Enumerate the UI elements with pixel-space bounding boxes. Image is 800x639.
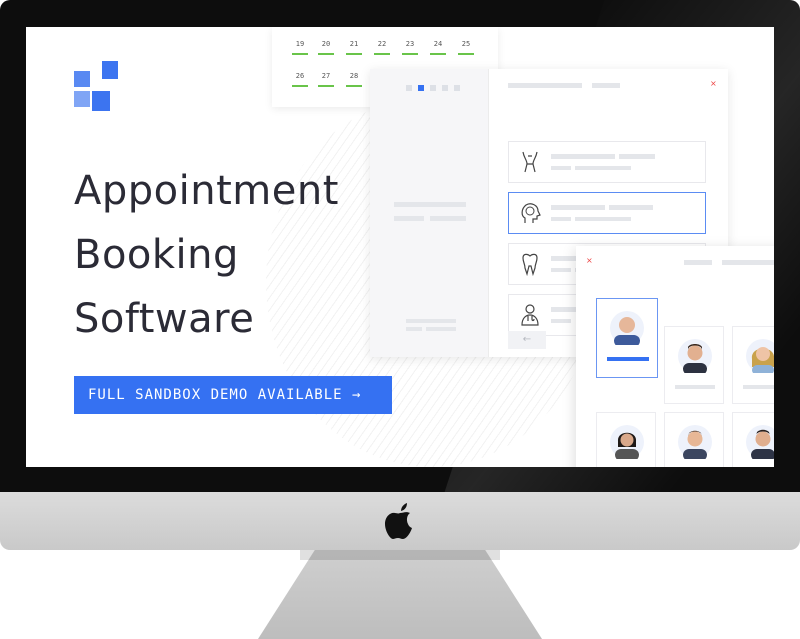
staff-name-highlight <box>607 357 649 361</box>
calendar-day[interactable]: 21 <box>342 35 366 57</box>
text-placeholder <box>551 166 571 170</box>
head-brain-icon <box>521 203 541 223</box>
calendar-day[interactable]: 24 <box>426 35 450 57</box>
close-icon[interactable]: × <box>586 256 593 265</box>
avatar <box>746 425 774 459</box>
text-placeholder <box>675 385 715 389</box>
avatar <box>610 311 644 345</box>
calendar-day[interactable]: 22 <box>370 35 394 57</box>
day-number: 22 <box>377 40 387 48</box>
avatar <box>678 425 712 459</box>
staff-card[interactable] <box>732 412 774 467</box>
headline-line-2: Booking <box>74 232 239 278</box>
panel-title-placeholder <box>722 260 774 265</box>
text-placeholder <box>609 205 653 210</box>
step-dot <box>406 85 412 91</box>
text-placeholder <box>551 268 571 272</box>
text-placeholder <box>575 166 631 170</box>
body-icon <box>522 151 538 173</box>
calendar-day[interactable]: 23 <box>398 35 422 57</box>
monitor-bezel: Appointment Booking Software FULL SANDBO… <box>0 0 800 492</box>
doctor-icon <box>521 304 539 326</box>
staff-card[interactable] <box>664 412 724 467</box>
headline-line-3: Software <box>74 296 255 342</box>
day-number: 27 <box>321 72 331 80</box>
sandbox-demo-button[interactable]: FULL SANDBOX DEMO AVAILABLE → <box>74 376 392 414</box>
staff-card[interactable] <box>664 326 724 404</box>
day-number: 25 <box>461 40 471 48</box>
calendar-day[interactable]: 26 <box>288 67 312 89</box>
close-icon[interactable]: × <box>710 79 717 88</box>
calendar-day[interactable]: 19 <box>288 35 312 57</box>
calendar-day[interactable]: 27 <box>314 67 338 89</box>
panel-title-placeholder <box>684 260 712 265</box>
step-dot-active <box>418 85 424 91</box>
avatar <box>678 339 712 373</box>
tooth-icon <box>522 253 538 276</box>
panel-title-placeholder <box>508 83 582 88</box>
staff-card[interactable] <box>732 326 774 404</box>
text-placeholder <box>430 216 466 221</box>
text-placeholder <box>394 202 466 207</box>
headline: Appointment Booking Software <box>74 159 374 351</box>
day-number: 26 <box>295 72 305 80</box>
text-placeholder <box>406 327 422 331</box>
step-dot <box>442 85 448 91</box>
apple-logo-icon <box>385 503 412 539</box>
service-option[interactable] <box>508 141 706 183</box>
brand-logo-icon <box>74 61 122 113</box>
calendar-day[interactable]: 20 <box>314 35 338 57</box>
day-number: 20 <box>321 40 331 48</box>
step-dot <box>454 85 460 91</box>
service-option-selected[interactable] <box>508 192 706 234</box>
step-dot <box>430 85 436 91</box>
text-placeholder <box>406 319 456 323</box>
calendar-day[interactable]: 28 <box>342 67 366 89</box>
screen: Appointment Booking Software FULL SANDBO… <box>26 27 774 467</box>
day-number: 28 <box>349 72 359 80</box>
day-number: 21 <box>349 40 359 48</box>
text-placeholder <box>394 216 424 221</box>
text-placeholder <box>551 217 571 221</box>
day-number: 24 <box>433 40 443 48</box>
text-placeholder <box>551 205 605 210</box>
staff-selection-panel: × <box>576 246 774 467</box>
staff-card-selected[interactable] <box>596 298 658 378</box>
text-placeholder <box>551 319 571 323</box>
text-placeholder <box>575 217 631 221</box>
panel-title-placeholder <box>592 83 620 88</box>
calendar-day[interactable]: 25 <box>454 35 478 57</box>
avatar <box>610 425 644 459</box>
text-placeholder <box>619 154 655 159</box>
monitor-stand <box>258 550 542 639</box>
back-button[interactable]: ← <box>508 331 546 349</box>
text-placeholder <box>743 385 774 389</box>
day-number: 23 <box>405 40 415 48</box>
day-number: 19 <box>295 40 305 48</box>
staff-card[interactable] <box>596 412 656 467</box>
stand-shadow <box>300 550 500 560</box>
headline-line-1: Appointment <box>74 168 339 214</box>
text-placeholder <box>426 327 456 331</box>
text-placeholder <box>551 154 615 159</box>
avatar <box>746 339 774 373</box>
panel-sidebar <box>370 69 489 357</box>
